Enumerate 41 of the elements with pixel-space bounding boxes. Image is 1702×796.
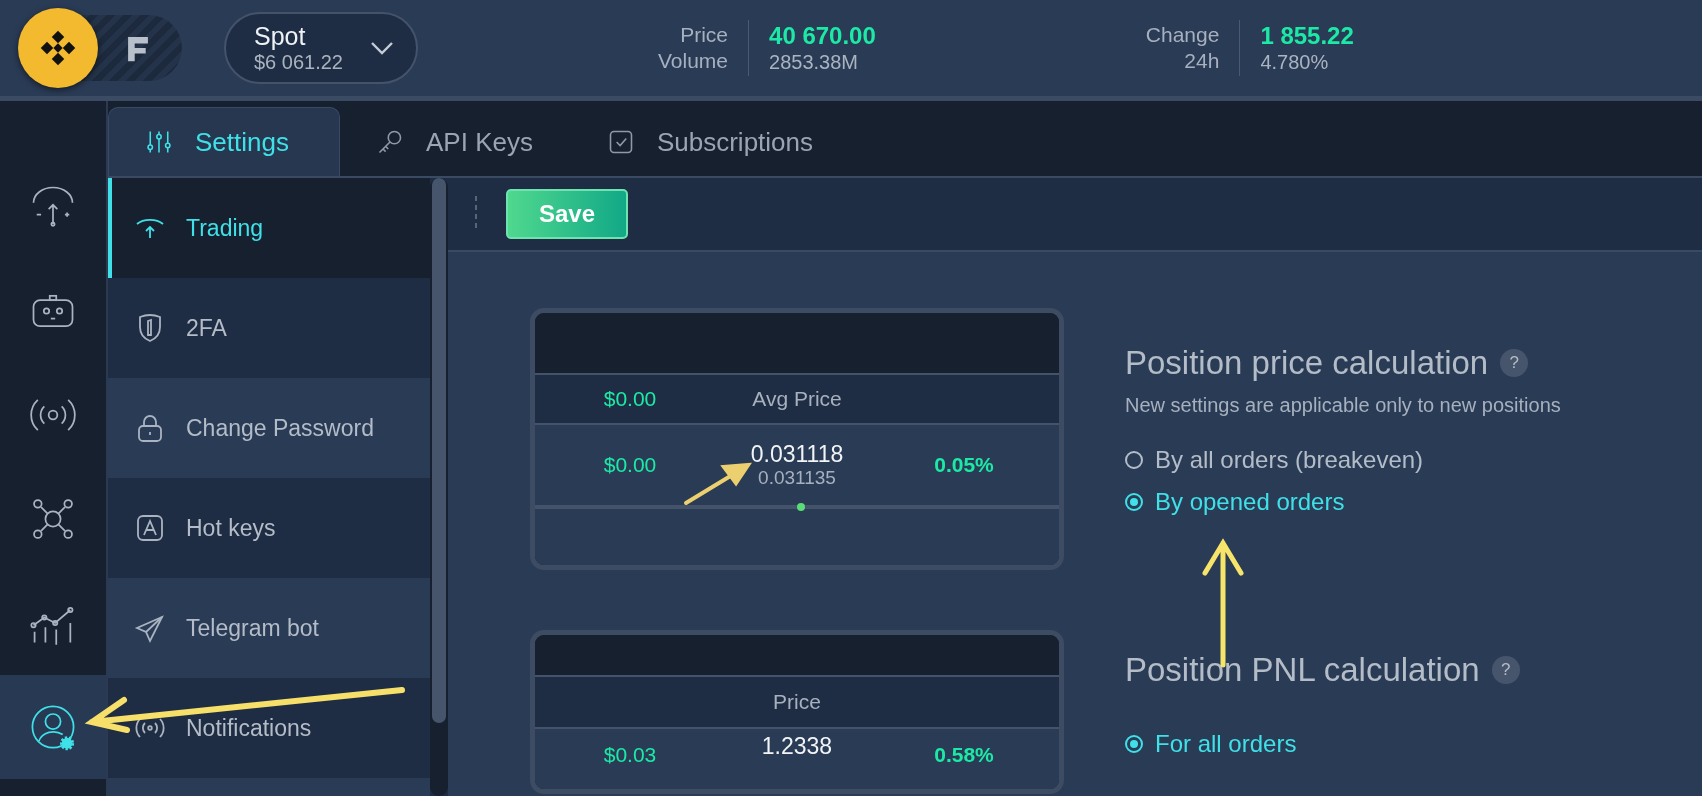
price-text: 1.2338 — [761, 733, 833, 760]
tab[interactable]: Settings — [108, 107, 340, 176]
price-text: 0.031118 — [750, 440, 844, 468]
letter-key-icon — [134, 512, 166, 544]
stat-label: Price — [680, 21, 729, 48]
menu-item[interactable]: Trading — [108, 178, 430, 278]
radio-option[interactable]: By all orders (breakeven) — [1125, 439, 1561, 481]
radio-option[interactable]: By opened orders — [1125, 481, 1561, 523]
percent-text: 0.05% — [933, 453, 995, 477]
tab[interactable]: API Keys — [340, 108, 571, 176]
tab[interactable]: Subscriptions — [570, 108, 851, 176]
menu-item[interactable]: Change Password — [108, 378, 430, 478]
exchange-toggle[interactable] — [18, 8, 98, 88]
radio-option[interactable]: For all orders — [1125, 723, 1561, 765]
stat-value: 4.780% — [1260, 50, 1330, 75]
price-text: 0.031135 — [758, 467, 836, 490]
rail-item[interactable] — [0, 675, 106, 779]
account-selector[interactable]: Spot $6 061.22 — [224, 12, 418, 84]
menu-item[interactable]: Telegram bot — [108, 578, 430, 678]
stat-label: 24h — [1184, 48, 1220, 74]
stat-label: Volume — [658, 48, 729, 74]
scrollbar-thumb[interactable] — [432, 178, 446, 723]
column-label: Price — [772, 690, 822, 714]
amount-text: $0.03 — [602, 742, 658, 767]
annotation-arrow — [684, 462, 752, 505]
scrollbar[interactable] — [430, 178, 448, 796]
amount-text: $0.00 — [602, 387, 658, 411]
section-title: Position price calculation — [1125, 344, 1489, 382]
section-title: Position PNL calculation — [1125, 651, 1480, 689]
stat-value: 2853.38M — [769, 50, 859, 75]
help-badge[interactable]: ? — [1500, 349, 1529, 377]
stat-value: 1 855.22 — [1260, 21, 1354, 51]
chevron-down-icon — [370, 41, 394, 55]
stat-label: Change — [1145, 21, 1220, 48]
percent-text: 0.58% — [933, 742, 995, 767]
help-badge[interactable]: ? — [1491, 656, 1520, 684]
paper-plane-icon — [134, 612, 166, 644]
column-label: Avg Price — [751, 387, 843, 411]
section-note: New settings are applicable only to new positions — [1125, 394, 1561, 417]
stat-value: 40 670.00 — [769, 21, 876, 51]
amount-text: $0.00 — [602, 453, 658, 477]
